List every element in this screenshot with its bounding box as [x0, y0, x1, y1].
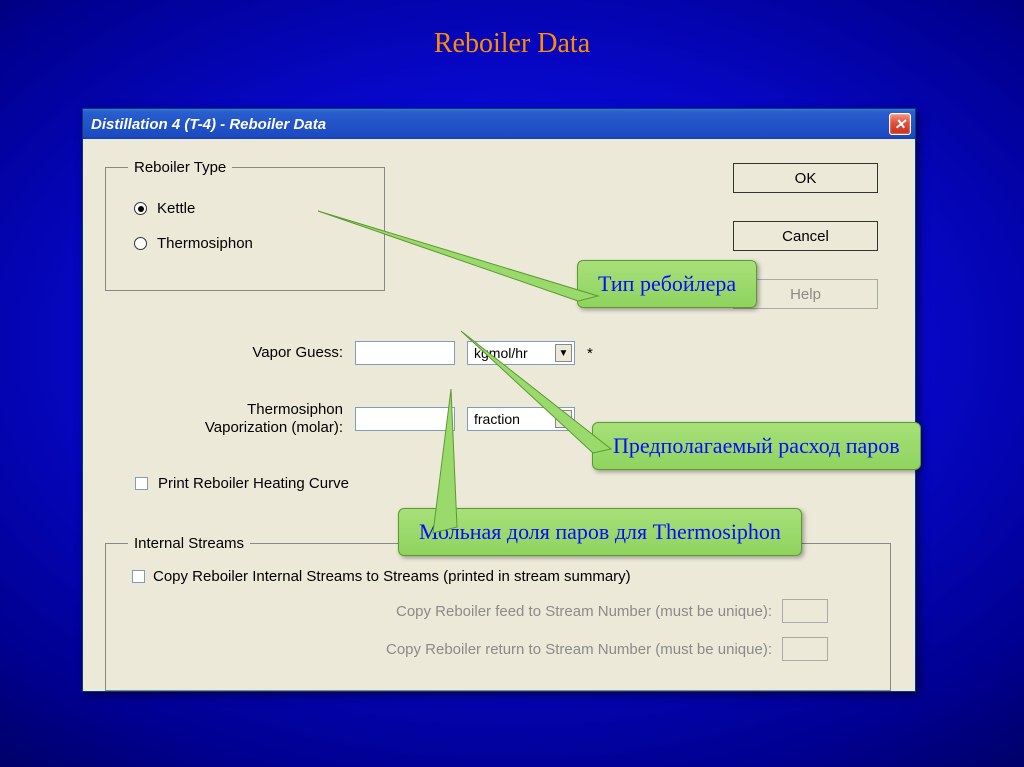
- internal-streams-group: Internal Streams Copy Reboiler Internal …: [105, 535, 891, 691]
- radio-kettle-label: Kettle: [157, 200, 195, 217]
- vapor-guess-unit-combo[interactable]: kgmol/hr ▼: [467, 341, 575, 365]
- radio-thermosiphon-label: Thermosiphon: [157, 235, 253, 252]
- reboiler-type-legend: Reboiler Type: [128, 159, 232, 176]
- thermo-vap-input[interactable]: [355, 407, 455, 431]
- vapor-guess-input[interactable]: [355, 341, 455, 365]
- copy-return-input[interactable]: [782, 637, 828, 661]
- copy-feed-row: Copy Reboiler feed to Stream Number (mus…: [128, 599, 828, 623]
- vapor-guess-label: Vapor Guess:: [143, 344, 343, 362]
- thermo-vap-unit-value: fraction: [474, 411, 520, 427]
- help-label: Help: [790, 286, 821, 303]
- chevron-down-icon: ▼: [555, 344, 572, 362]
- copy-internal-label: Copy Reboiler Internal Streams to Stream…: [153, 568, 631, 585]
- radio-icon: [134, 237, 147, 250]
- print-curve-checkbox[interactable]: [135, 477, 148, 490]
- callout-vapor-guess-text: Предполагаемый расход паров: [613, 433, 900, 458]
- ok-button[interactable]: OK: [733, 163, 878, 193]
- thermo-vap-label: Thermosiphon Vaporization (molar):: [143, 401, 343, 437]
- callout-molar-fraction: Мольная доля паров для Thermosiphon: [398, 508, 802, 556]
- radio-thermosiphon[interactable]: Thermosiphon: [134, 235, 362, 252]
- copy-return-label: Copy Reboiler return to Stream Number (m…: [386, 641, 772, 658]
- copy-feed-label: Copy Reboiler feed to Stream Number (mus…: [396, 603, 772, 620]
- dialog-window: Distillation 4 (T-4) - Reboiler Data ✕ R…: [82, 108, 916, 692]
- cancel-label: Cancel: [782, 228, 829, 245]
- copy-feed-input[interactable]: [782, 599, 828, 623]
- callout-vapor-guess: Предполагаемый расход паров: [592, 422, 921, 470]
- close-icon: ✕: [894, 116, 906, 133]
- thermo-vap-label-l2: Vaporization (molar):: [205, 419, 343, 436]
- titlebar: Distillation 4 (T-4) - Reboiler Data ✕: [83, 109, 915, 139]
- copy-internal-streams-row[interactable]: Copy Reboiler Internal Streams to Stream…: [132, 568, 864, 585]
- internal-streams-legend: Internal Streams: [128, 535, 250, 552]
- callout-tail-icon: [585, 413, 645, 473]
- vapor-guess-asterisk: *: [587, 345, 593, 362]
- client-area: Reboiler Type Kettle Thermosiphon OK Can…: [83, 139, 915, 691]
- slide-title: Reboiler Data: [0, 28, 1024, 60]
- ok-label: OK: [795, 170, 817, 187]
- radio-icon: [134, 202, 147, 215]
- reboiler-type-group: Reboiler Type Kettle Thermosiphon: [105, 159, 385, 291]
- vapor-guess-row: Vapor Guess: kgmol/hr ▼ *: [143, 341, 593, 365]
- cancel-button[interactable]: Cancel: [733, 221, 878, 251]
- print-curve-row[interactable]: Print Reboiler Heating Curve: [135, 475, 349, 492]
- callout-tail-icon: [568, 251, 628, 311]
- window-title: Distillation 4 (T-4) - Reboiler Data: [91, 116, 326, 133]
- copy-internal-checkbox[interactable]: [132, 570, 145, 583]
- print-curve-label: Print Reboiler Heating Curve: [158, 475, 349, 492]
- copy-return-row: Copy Reboiler return to Stream Number (m…: [128, 637, 828, 661]
- thermo-vap-label-l1: Thermosiphon: [247, 401, 343, 418]
- thermo-vap-row: Thermosiphon Vaporization (molar): fract…: [143, 401, 575, 437]
- close-button[interactable]: ✕: [889, 113, 911, 135]
- callout-tail-icon: [429, 501, 489, 561]
- callout-reboiler-type: Тип ребойлера: [577, 260, 757, 308]
